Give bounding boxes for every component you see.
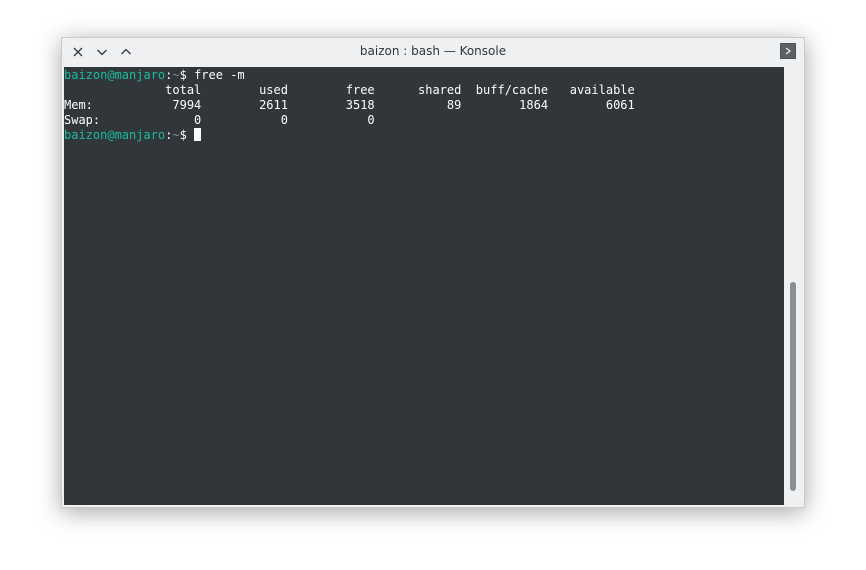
menu-button[interactable] xyxy=(780,43,796,59)
terminal-view[interactable]: baizon@manjaro:~$ free -m total used fre… xyxy=(64,67,784,505)
command-line: baizon@manjaro:~$ free -m xyxy=(64,68,784,83)
output-swap-row: Swap: 0 0 0 xyxy=(64,113,375,127)
prompt-user-host: baizon@manjaro xyxy=(64,68,166,82)
chevron-right-icon xyxy=(785,47,791,55)
output-mem-row: Mem: 7994 2611 3518 89 1864 6061 xyxy=(64,98,635,112)
prompt-directory: ~ xyxy=(172,68,180,82)
window-title: baizon : bash — Konsole xyxy=(359,44,507,58)
prompt-dollar: $ xyxy=(179,128,195,142)
current-prompt-line: baizon@manjaro:~$ xyxy=(64,128,784,143)
prompt-user-host: baizon@manjaro xyxy=(64,128,166,142)
vertical-scrollbar[interactable] xyxy=(784,67,802,505)
text-cursor xyxy=(194,128,202,141)
title-bar[interactable]: baizon : bash — Konsole xyxy=(62,38,804,66)
output-header: total used free shared buff/cache availa… xyxy=(64,83,635,97)
prompt-directory: ~ xyxy=(172,128,180,142)
scrollbar-thumb[interactable] xyxy=(790,281,796,492)
prompt-dollar: $ xyxy=(179,68,195,82)
konsole-window: baizon : bash — Konsole baizon@manjaro:~… xyxy=(61,37,805,508)
command-text: free -m xyxy=(194,68,245,82)
